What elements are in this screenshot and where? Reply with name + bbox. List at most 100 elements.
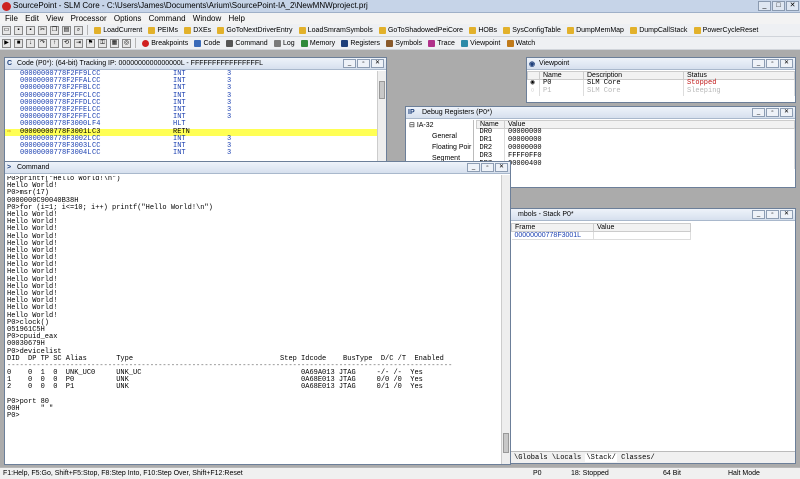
menu-options[interactable]: Options bbox=[109, 13, 142, 23]
stop-icon[interactable]: ■ bbox=[14, 39, 23, 48]
dxes-button[interactable]: DXEs bbox=[183, 24, 214, 36]
code-button[interactable]: Code bbox=[193, 37, 223, 49]
log-icon bbox=[273, 40, 281, 47]
save-icon[interactable]: ▪ bbox=[14, 26, 23, 35]
menu-help[interactable]: Help bbox=[223, 13, 244, 23]
command-scrollbar[interactable] bbox=[501, 175, 510, 464]
radio-icon[interactable]: ○ bbox=[527, 87, 540, 96]
menu-edit[interactable]: Edit bbox=[20, 13, 39, 23]
table-row[interactable]: DR700000400 bbox=[476, 160, 795, 169]
paste-icon[interactable]: ▤ bbox=[62, 26, 71, 35]
code-window-titlebar[interactable]: C Code (P0*): (64-bit) Tracking IP: 0000… bbox=[5, 58, 386, 70]
powercyclereset-button[interactable]: PowerCycleReset bbox=[693, 24, 762, 36]
registers-button[interactable]: Registers bbox=[340, 37, 383, 49]
close-button[interactable]: ✕ bbox=[780, 210, 793, 219]
close-button[interactable]: ✕ bbox=[780, 59, 793, 68]
code-window-icon: C bbox=[7, 60, 13, 67]
command-window-titlebar[interactable]: > Command _ ▫ ✕ bbox=[5, 162, 510, 174]
tree-item-ia32[interactable]: ⊟ IA-32 bbox=[406, 120, 473, 131]
tree-item-general[interactable]: General bbox=[406, 131, 473, 142]
command-button[interactable]: Command bbox=[225, 37, 270, 49]
run-to-icon[interactable]: ⇥ bbox=[74, 39, 83, 48]
registers-window-icon: IP bbox=[408, 109, 415, 116]
tab-globals[interactable]: \Globals bbox=[514, 454, 548, 462]
viewpoint-window-titlebar[interactable]: ◉ Viewpoint _ ▫ ✕ bbox=[527, 58, 795, 70]
target-icon[interactable]: ◎ bbox=[122, 39, 131, 48]
sysconfigtable-button[interactable]: SysConfigTable bbox=[502, 24, 564, 36]
cut-icon[interactable]: ✂ bbox=[38, 26, 47, 35]
flag-icon[interactable]: ⚑ bbox=[86, 39, 95, 48]
menu-view[interactable]: View bbox=[41, 13, 63, 23]
restore-button[interactable]: ▫ bbox=[766, 210, 779, 219]
table-row[interactable]: 00000000778F3001L bbox=[511, 231, 691, 240]
debug-registers-titlebar[interactable]: IP Debug Registers (P0*) _ ▫ ✕ bbox=[406, 107, 795, 119]
close-button[interactable]: ✕ bbox=[495, 163, 508, 172]
symbols-stack-titlebar[interactable]: mbols - Stack P0* _ ▫ ✕ bbox=[506, 209, 795, 221]
minimize-button[interactable]: _ bbox=[758, 1, 771, 11]
minimize-button[interactable]: _ bbox=[343, 59, 356, 68]
code-listing[interactable]: 00000000778F2FF9L CC INT 3 00000000778F2FFAL… bbox=[5, 70, 377, 162]
minimize-button[interactable]: _ bbox=[752, 108, 765, 117]
close-button[interactable]: ✕ bbox=[786, 1, 799, 11]
peims-button[interactable]: PEIMs bbox=[147, 24, 181, 36]
watch-button[interactable]: Watch bbox=[506, 37, 539, 49]
restore-button[interactable]: ▫ bbox=[766, 59, 779, 68]
menu-window[interactable]: Window bbox=[188, 13, 221, 23]
symbols-button[interactable]: Symbols bbox=[385, 37, 425, 49]
step-over-icon[interactable]: ↷ bbox=[38, 39, 47, 48]
tab-classes[interactable]: Classes/ bbox=[621, 454, 655, 462]
code-scrollbar[interactable] bbox=[377, 71, 386, 162]
close-button[interactable]: ✕ bbox=[371, 59, 384, 68]
save-all-icon[interactable]: ▪ bbox=[26, 26, 35, 35]
open-folder-icon[interactable]: ▭ bbox=[2, 26, 11, 35]
tab-stack[interactable]: \Stack/ bbox=[585, 454, 617, 462]
table-row[interactable]: ◉ P0 SLM Core Stopped bbox=[527, 79, 795, 88]
current-ip-arrow-icon[interactable]: ⇨ bbox=[7, 128, 11, 136]
reset-icon[interactable]: ⟲ bbox=[62, 39, 71, 48]
menu-command[interactable]: Command bbox=[144, 13, 186, 23]
restore-button[interactable]: ▫ bbox=[357, 59, 370, 68]
close-button[interactable]: ✕ bbox=[780, 108, 793, 117]
dumpmemmap-button[interactable]: DumpMemMap bbox=[566, 24, 627, 36]
status-bar: F1:Help, F5:Go, Shift+F5:Stop, F8:Step I… bbox=[0, 467, 800, 479]
status-badge: Sleeping bbox=[683, 87, 795, 96]
loadsmramsymbols-button[interactable]: LoadSmramSymbols bbox=[298, 24, 376, 36]
menu-processor[interactable]: Processor bbox=[66, 13, 107, 23]
restore-button[interactable]: ▫ bbox=[481, 163, 494, 172]
lock-icon[interactable]: ⚿ bbox=[98, 39, 107, 48]
minimize-button[interactable]: _ bbox=[752, 59, 765, 68]
log-button[interactable]: Log bbox=[273, 37, 298, 49]
maximize-button[interactable]: □ bbox=[772, 1, 785, 11]
gotoshadowedpeicore-button[interactable]: GoToShadowedPeiCore bbox=[378, 24, 466, 36]
trace-button[interactable]: Trace bbox=[427, 37, 458, 49]
code-line[interactable]: 00000000778F3004L CC INT 3 bbox=[5, 149, 377, 157]
go-icon[interactable]: ▶ bbox=[2, 39, 11, 48]
code-window: C Code (P0*): (64-bit) Tracking IP: 0000… bbox=[4, 57, 387, 163]
command-output[interactable]: P0>printf("Hello World!\n") Hello World! P… bbox=[7, 176, 500, 464]
col-value[interactable]: Value bbox=[504, 120, 795, 129]
tree-item-floating-point[interactable]: Floating Poir bbox=[406, 142, 473, 153]
step-out-icon[interactable]: ↑ bbox=[50, 39, 59, 48]
minimize-button[interactable]: _ bbox=[752, 210, 765, 219]
memory-button[interactable]: Memory bbox=[300, 37, 338, 49]
find-icon[interactable]: ⌕ bbox=[74, 26, 83, 35]
gotonextdriverentry-button[interactable]: GoToNextDriverEntry bbox=[216, 24, 295, 36]
restore-button[interactable]: ▫ bbox=[766, 108, 779, 117]
breakpoints-button[interactable]: Breakpoints bbox=[141, 37, 191, 49]
table-row[interactable]: ○ P1 SLM Core Sleeping bbox=[527, 87, 795, 96]
dumpcallstack-button[interactable]: DumpCallStack bbox=[629, 24, 690, 36]
command-line: Hello World! bbox=[7, 210, 58, 219]
viewpoint-button[interactable]: Viewpoint bbox=[460, 37, 503, 49]
grid-icon[interactable]: ▦ bbox=[110, 39, 119, 48]
hobs-button[interactable]: HOBs bbox=[468, 24, 500, 36]
script-icon bbox=[184, 27, 192, 34]
step-into-icon[interactable]: ↓ bbox=[26, 39, 35, 48]
minimize-button[interactable]: _ bbox=[467, 163, 480, 172]
menu-file[interactable]: File bbox=[0, 13, 18, 23]
loadcurrent-button[interactable]: LoadCurrent bbox=[93, 24, 145, 36]
tab-locals[interactable]: \Locals bbox=[552, 454, 581, 462]
col-frame[interactable]: Frame bbox=[511, 223, 594, 232]
col-value[interactable]: Value bbox=[593, 223, 691, 232]
command-window-title: Command bbox=[17, 164, 50, 171]
copy-icon[interactable]: ❐ bbox=[50, 26, 59, 35]
